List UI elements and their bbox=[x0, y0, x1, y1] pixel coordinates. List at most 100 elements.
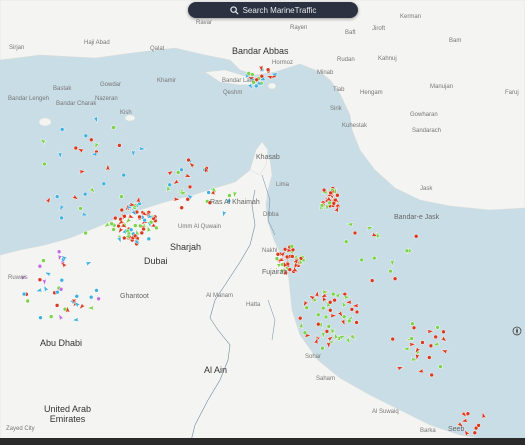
vessel-marker[interactable] bbox=[265, 67, 271, 72]
vessel-marker[interactable] bbox=[428, 343, 434, 349]
vessel-marker[interactable] bbox=[74, 294, 80, 299]
vessel-marker[interactable] bbox=[59, 127, 65, 132]
vessel-marker[interactable] bbox=[59, 215, 64, 221]
vessel-marker[interactable] bbox=[282, 247, 288, 252]
vessel-marker[interactable] bbox=[392, 276, 398, 281]
vessel-marker[interactable] bbox=[111, 227, 116, 232]
vessel-marker[interactable] bbox=[254, 83, 259, 89]
map-view[interactable]: Search MarineTraffic Bandar Abbas Ravar … bbox=[0, 0, 525, 445]
vessel-marker[interactable] bbox=[369, 278, 375, 283]
vessel-marker[interactable] bbox=[289, 244, 295, 249]
vessel-marker[interactable] bbox=[409, 336, 414, 341]
vessel-marker[interactable] bbox=[343, 239, 349, 244]
vessel-marker[interactable] bbox=[94, 288, 99, 293]
vessel-marker[interactable] bbox=[138, 223, 143, 229]
vessel-marker[interactable] bbox=[38, 315, 43, 320]
vessel-marker[interactable] bbox=[411, 325, 417, 331]
vessel-marker[interactable] bbox=[347, 318, 352, 324]
vessel-marker[interactable] bbox=[302, 330, 308, 335]
vessel-marker[interactable] bbox=[297, 315, 303, 321]
vessel-marker[interactable] bbox=[111, 125, 116, 130]
vessel-marker[interactable] bbox=[175, 170, 181, 175]
vessel-marker[interactable] bbox=[206, 190, 211, 195]
vessel-marker[interactable] bbox=[429, 372, 434, 378]
vessel-marker[interactable] bbox=[83, 230, 88, 236]
vessel-marker[interactable] bbox=[117, 143, 122, 148]
vessel-marker[interactable] bbox=[413, 234, 419, 239]
vessel-marker[interactable] bbox=[304, 305, 309, 310]
vessel-marker[interactable] bbox=[316, 321, 321, 327]
vessel-marker[interactable] bbox=[320, 345, 325, 351]
vessel-marker[interactable] bbox=[89, 137, 94, 143]
vessel-marker[interactable] bbox=[148, 219, 154, 225]
vessel-marker[interactable] bbox=[473, 425, 479, 431]
vessel-marker[interactable] bbox=[141, 226, 146, 232]
vessel-marker[interactable] bbox=[321, 187, 327, 193]
vessel-marker[interactable] bbox=[55, 289, 60, 295]
vessel-marker[interactable] bbox=[341, 314, 347, 319]
vessel-marker[interactable] bbox=[54, 194, 60, 199]
vessel-marker[interactable] bbox=[121, 172, 126, 178]
vessel-marker[interactable] bbox=[167, 182, 172, 188]
vessel-marker[interactable] bbox=[73, 145, 79, 151]
vessel-marker[interactable] bbox=[328, 308, 333, 313]
vessel-marker[interactable] bbox=[390, 336, 395, 342]
vessel-marker[interactable] bbox=[48, 314, 54, 319]
vessel-marker[interactable] bbox=[41, 258, 46, 263]
vessel-marker[interactable] bbox=[82, 191, 88, 197]
vessel-marker[interactable] bbox=[25, 298, 30, 304]
vessel-marker[interactable] bbox=[42, 161, 47, 167]
vessel-marker[interactable] bbox=[186, 157, 191, 163]
vessel-marker[interactable] bbox=[438, 364, 443, 369]
vessel-marker[interactable] bbox=[78, 206, 83, 211]
vessel-marker[interactable] bbox=[59, 277, 65, 283]
vessel-marker[interactable] bbox=[435, 325, 440, 330]
vessel-marker[interactable] bbox=[122, 214, 127, 219]
vessel-marker[interactable] bbox=[137, 214, 142, 220]
vessel-marker[interactable] bbox=[83, 133, 89, 139]
vessel-marker[interactable] bbox=[58, 287, 64, 292]
vessel-marker[interactable] bbox=[327, 300, 333, 305]
vessel-marker[interactable] bbox=[284, 254, 290, 260]
compass-icon[interactable] bbox=[512, 326, 522, 336]
vessel-marker[interactable] bbox=[139, 230, 145, 236]
search-bar[interactable]: Search MarineTraffic bbox=[188, 2, 358, 18]
vessel-marker[interactable] bbox=[132, 233, 138, 239]
vessel-marker[interactable] bbox=[352, 230, 358, 236]
vessel-marker[interactable] bbox=[290, 254, 295, 259]
vessel-marker[interactable] bbox=[320, 305, 326, 311]
map-canvas[interactable] bbox=[0, 0, 525, 445]
vessel-marker[interactable] bbox=[359, 257, 364, 263]
vessel-marker[interactable] bbox=[96, 296, 101, 302]
vessel-marker[interactable] bbox=[37, 263, 43, 269]
vessel-marker[interactable] bbox=[246, 71, 251, 76]
vessel-marker[interactable] bbox=[420, 340, 425, 345]
vessel-marker[interactable] bbox=[113, 215, 118, 221]
vessel-marker[interactable] bbox=[328, 190, 333, 196]
vessel-marker[interactable] bbox=[324, 329, 330, 334]
vessel-marker[interactable] bbox=[133, 223, 138, 228]
vessel-marker[interactable] bbox=[410, 321, 415, 326]
vessel-marker[interactable] bbox=[332, 297, 337, 303]
vessel-marker[interactable] bbox=[287, 267, 293, 272]
vessel-marker[interactable] bbox=[404, 248, 410, 254]
vessel-marker[interactable] bbox=[119, 207, 125, 213]
vessel-marker[interactable] bbox=[119, 194, 124, 199]
vessel-marker[interactable] bbox=[179, 205, 184, 210]
vessel-marker[interactable] bbox=[154, 225, 159, 231]
vessel-marker[interactable] bbox=[427, 355, 432, 360]
vessel-marker[interactable] bbox=[146, 236, 152, 242]
vessel-marker[interactable] bbox=[101, 181, 107, 187]
vessel-marker[interactable] bbox=[441, 329, 446, 335]
vessel-marker[interactable] bbox=[372, 255, 377, 261]
vessel-marker[interactable] bbox=[54, 303, 60, 308]
vessel-marker[interactable] bbox=[88, 294, 94, 300]
vessel-marker[interactable] bbox=[326, 324, 332, 329]
vessel-marker[interactable] bbox=[331, 291, 336, 297]
vessel-marker[interactable] bbox=[472, 430, 478, 436]
vessel-marker[interactable] bbox=[335, 193, 340, 198]
vessel-marker[interactable] bbox=[349, 307, 355, 312]
vessel-marker[interactable] bbox=[433, 334, 438, 340]
vessel-marker[interactable] bbox=[227, 193, 232, 198]
vessel-marker[interactable] bbox=[37, 277, 43, 282]
